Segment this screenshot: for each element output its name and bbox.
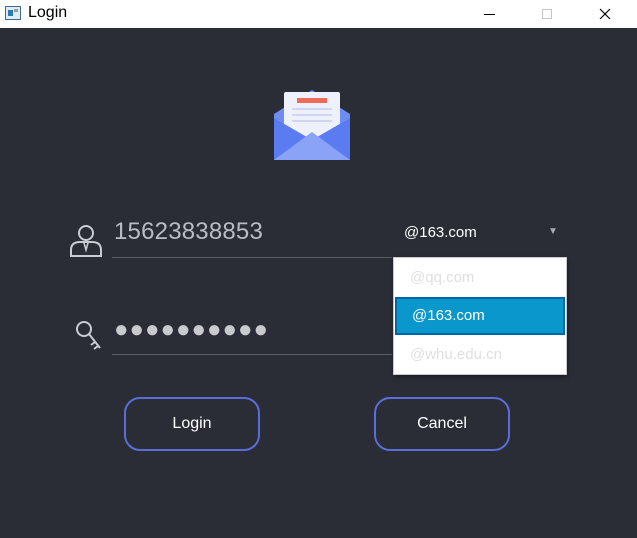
title-bar: Login xyxy=(0,0,637,28)
dropdown-option-163[interactable]: @163.com xyxy=(395,297,565,335)
chevron-down-icon: ▼ xyxy=(548,226,558,237)
domain-dropdown-list: @qq.com @163.com @whu.edu.cn xyxy=(393,257,567,375)
key-icon xyxy=(76,321,101,350)
app-icon xyxy=(5,6,21,20)
domain-select[interactable]: @163.com ▼ xyxy=(396,222,566,244)
dropdown-option-whu[interactable]: @whu.edu.cn xyxy=(395,336,565,374)
account-input[interactable]: 15623838853 xyxy=(114,218,263,246)
minimize-button[interactable] xyxy=(466,0,512,28)
cancel-button[interactable]: Cancel xyxy=(374,397,510,451)
dropdown-option-qq[interactable]: @qq.com xyxy=(395,259,565,297)
maximize-button[interactable] xyxy=(524,0,570,28)
envelope-open-icon xyxy=(274,90,350,160)
user-icon xyxy=(70,225,102,257)
minimize-icon xyxy=(483,13,495,15)
password-underline xyxy=(112,354,392,355)
account-underline xyxy=(112,257,392,258)
login-button[interactable]: Login xyxy=(124,397,260,451)
close-icon xyxy=(599,8,611,20)
password-input[interactable]: ●●●●●●●●●● xyxy=(114,318,269,342)
domain-selected-value: @163.com xyxy=(404,224,477,241)
maximize-icon xyxy=(542,9,552,19)
close-button[interactable] xyxy=(582,0,628,28)
window-title: Login xyxy=(28,4,68,21)
